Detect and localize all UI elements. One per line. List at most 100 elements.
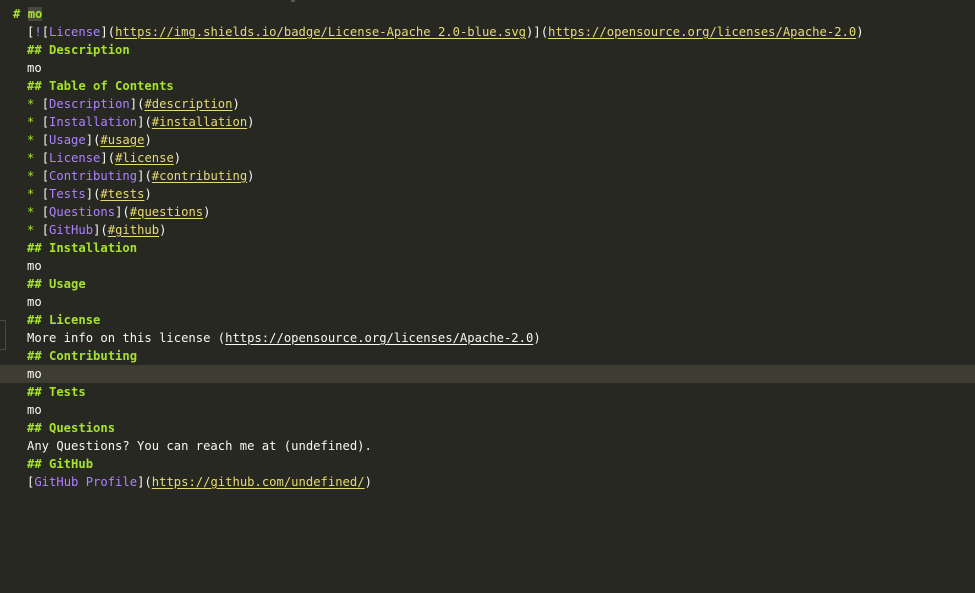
badge-inner-close: ] bbox=[100, 25, 108, 39]
toc-rp: ) bbox=[159, 223, 167, 237]
installation-heading: ## Installation bbox=[27, 241, 138, 255]
github-heading-line[interactable]: ## GitHub bbox=[0, 455, 975, 473]
toc-lb: [ bbox=[41, 151, 50, 165]
toc-rp: ) bbox=[144, 187, 152, 201]
github-link-text: GitHub Profile bbox=[34, 475, 138, 489]
questions-body: Any Questions? You can reach me at (unde… bbox=[27, 439, 372, 453]
questions-body-line[interactable]: Any Questions? You can reach me at (unde… bbox=[0, 437, 975, 455]
description-body: mo bbox=[27, 61, 42, 75]
toc-item-text: Tests bbox=[49, 187, 86, 201]
toc-lp: ( bbox=[100, 223, 108, 237]
toc-rb: ] bbox=[129, 97, 138, 111]
toc-item-anchor[interactable]: #description bbox=[144, 97, 232, 111]
toc-bullet: * bbox=[27, 115, 42, 129]
contributing-heading-line[interactable]: ## Contributing bbox=[0, 347, 975, 365]
tests-heading-line[interactable]: ## Tests bbox=[0, 383, 975, 401]
toc-item-anchor[interactable]: #contributing bbox=[152, 169, 247, 183]
toc-bullet: * bbox=[27, 169, 42, 183]
toc-rb: ] bbox=[85, 133, 94, 147]
questions-heading-line[interactable]: ## Questions bbox=[0, 419, 975, 437]
badge-alt: License bbox=[49, 25, 101, 39]
github-lp: ( bbox=[144, 475, 152, 489]
toc-lp: ( bbox=[144, 169, 152, 183]
toc-lb: [ bbox=[41, 223, 50, 237]
license-body-prefix: More info on this license ( bbox=[27, 331, 226, 345]
toc-item[interactable]: * [Installation](#installation) bbox=[0, 113, 975, 131]
toc-item-text: GitHub bbox=[49, 223, 94, 237]
h1-prefix: # bbox=[13, 7, 28, 21]
toc-item-anchor[interactable]: #usage bbox=[100, 133, 144, 147]
badge-link-close: ) bbox=[856, 25, 864, 39]
badge-inner-open: [ bbox=[41, 25, 50, 39]
installation-body: mo bbox=[27, 259, 42, 273]
h1-line[interactable]: # mo bbox=[0, 5, 975, 23]
toc-item[interactable]: * [License](#license) bbox=[0, 149, 975, 167]
tests-body: mo bbox=[27, 403, 42, 417]
toc-item-anchor[interactable]: #github bbox=[108, 223, 159, 237]
toc-item-text: Installation bbox=[49, 115, 138, 129]
markdown-editor[interactable]: # mo [![License](https://img.shields.io/… bbox=[0, 0, 975, 593]
toc-bullet: * bbox=[27, 133, 42, 147]
toc-rp: ) bbox=[173, 151, 182, 165]
contributing-body: mo bbox=[27, 367, 42, 381]
toc-lp: ( bbox=[107, 151, 116, 165]
tests-body-line[interactable]: mo bbox=[0, 401, 975, 419]
toc-item-anchor[interactable]: #tests bbox=[100, 187, 144, 201]
toc-item-text: Questions bbox=[49, 205, 116, 219]
toc-bullet: * bbox=[27, 151, 42, 165]
tests-heading: ## Tests bbox=[27, 385, 86, 399]
toc-rp: ) bbox=[247, 115, 255, 129]
toc-rb: ] bbox=[85, 187, 94, 201]
usage-body: mo bbox=[27, 295, 42, 309]
toc-item-anchor[interactable]: #installation bbox=[152, 115, 247, 129]
scroll-indicator bbox=[291, 0, 295, 2]
toc-item-anchor[interactable]: #questions bbox=[130, 205, 203, 219]
toc-lb: [ bbox=[41, 133, 50, 147]
toc-rp: ) bbox=[203, 205, 211, 219]
license-heading: ## License bbox=[27, 313, 101, 327]
toc-item[interactable]: * [Usage](#usage) bbox=[0, 131, 975, 149]
toc-item[interactable]: * [Questions](#questions) bbox=[0, 203, 975, 221]
toc-item-text: Usage bbox=[49, 133, 86, 147]
toc-item[interactable]: * [Description](#description) bbox=[0, 95, 975, 113]
toc-bullet: * bbox=[27, 187, 42, 201]
toc-item-anchor[interactable]: #license bbox=[115, 151, 174, 165]
toc-lb: [ bbox=[41, 115, 50, 129]
badge-line[interactable]: [![License](https://img.shields.io/badge… bbox=[0, 23, 975, 41]
license-body-line[interactable]: More info on this license (https://opens… bbox=[0, 329, 975, 347]
license-url[interactable]: https://opensource.org/licenses/Apache-2… bbox=[225, 331, 533, 345]
github-link-line[interactable]: [GitHub Profile](https://github.com/unde… bbox=[0, 473, 975, 491]
toc-rp: ) bbox=[144, 133, 152, 147]
toc-item[interactable]: * [Contributing](#contributing) bbox=[0, 167, 975, 185]
toc-bullet: * bbox=[27, 205, 42, 219]
license-body-suffix: ) bbox=[533, 331, 541, 345]
badge-image-url[interactable]: https://img.shields.io/badge/License-Apa… bbox=[115, 25, 526, 39]
toc-lp: ( bbox=[122, 205, 130, 219]
description-body-line[interactable]: mo bbox=[0, 59, 975, 77]
badge-paren-open: ( bbox=[107, 25, 116, 39]
toc-bullet: * bbox=[27, 97, 42, 111]
badge-link-open: ( bbox=[540, 25, 549, 39]
toc-lb: [ bbox=[41, 169, 50, 183]
installation-heading-line[interactable]: ## Installation bbox=[0, 239, 975, 257]
toc-item-text: Description bbox=[49, 97, 130, 111]
github-url[interactable]: https://github.com/undefined/ bbox=[152, 475, 365, 489]
h1-title: mo bbox=[27, 7, 43, 21]
toc-item[interactable]: * [Tests](#tests) bbox=[0, 185, 975, 203]
contributing-body-line[interactable]: mo bbox=[0, 365, 975, 383]
toc-heading-line[interactable]: ## Table of Contents bbox=[0, 77, 975, 95]
toc-lp: ( bbox=[144, 115, 152, 129]
description-heading-line[interactable]: ## Description bbox=[0, 41, 975, 59]
toc-lb: [ bbox=[41, 97, 50, 111]
description-heading: ## Description bbox=[27, 43, 130, 57]
usage-heading-line[interactable]: ## Usage bbox=[0, 275, 975, 293]
toc-rb: ] bbox=[100, 151, 108, 165]
toc-rp: ) bbox=[247, 169, 255, 183]
badge-link-url[interactable]: https://opensource.org/licenses/Apache-2… bbox=[548, 25, 856, 39]
license-heading-line[interactable]: ## License bbox=[0, 311, 975, 329]
installation-body-line[interactable]: mo bbox=[0, 257, 975, 275]
usage-body-line[interactable]: mo bbox=[0, 293, 975, 311]
contributing-heading: ## Contributing bbox=[27, 349, 138, 363]
toc-bullet: * bbox=[27, 223, 42, 237]
toc-item[interactable]: * [GitHub](#github) bbox=[0, 221, 975, 239]
